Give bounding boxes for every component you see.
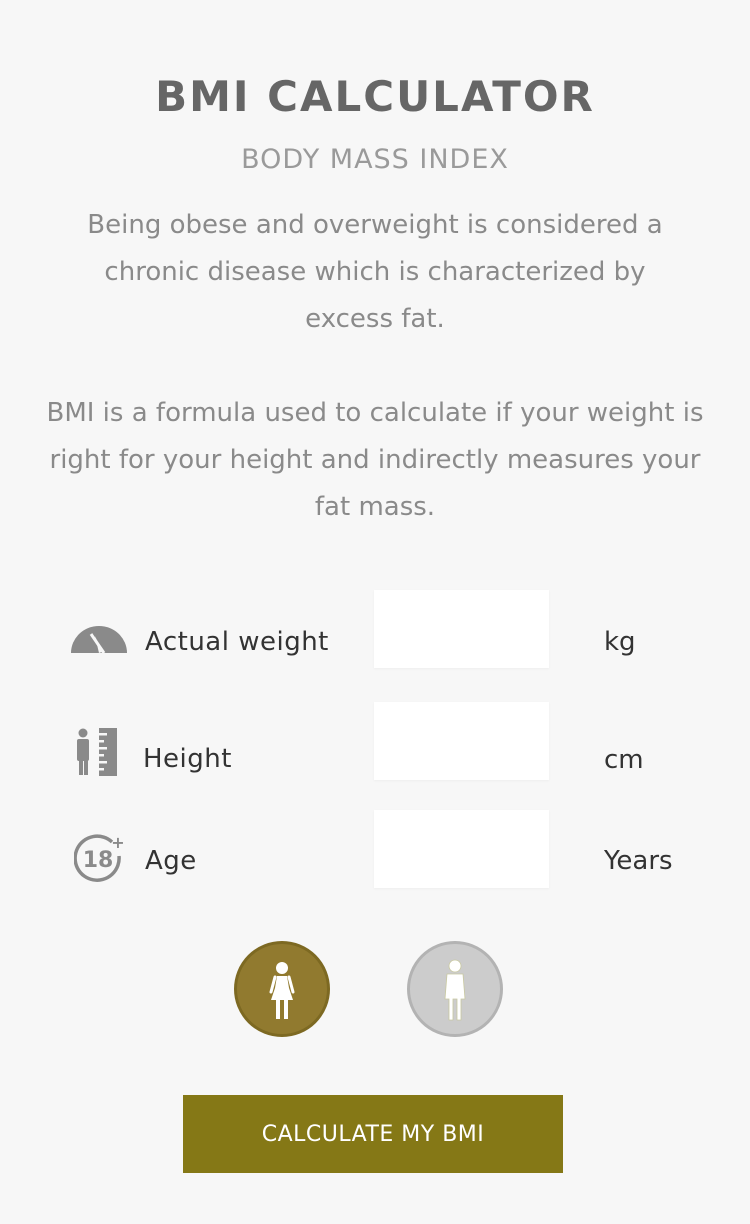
height-unit: cm: [604, 745, 644, 775]
intro-paragraph-obesity: Being obese and overweight is considered…: [87, 210, 663, 334]
page-subtitle: BODY MASS INDEX: [241, 144, 509, 175]
age-unit: Years: [604, 846, 673, 876]
age-18-plus-icon: 18 +: [73, 833, 126, 888]
height-label: Height: [143, 744, 232, 774]
svg-text:+: +: [111, 834, 124, 852]
gender-female-button[interactable]: [234, 941, 330, 1037]
calculate-bmi-button[interactable]: CALCULATE MY BMI: [183, 1095, 563, 1173]
page-title: BMI CALCULATOR: [155, 72, 595, 121]
gender-male-button[interactable]: [407, 941, 503, 1037]
weight-input[interactable]: [374, 590, 549, 668]
svg-text:18: 18: [83, 848, 114, 873]
weight-unit: kg: [604, 627, 636, 657]
height-input[interactable]: [374, 702, 549, 780]
bmi-calculator-page: BMI CALCULATOR BODY MASS INDEX Being obe…: [0, 0, 750, 1224]
weight-label: Actual weight: [145, 627, 329, 657]
height-ruler-icon: [75, 728, 119, 780]
intro-paragraph-bmi: BMI is a formula used to calculate if yo…: [46, 398, 704, 522]
scale-gauge-icon: [71, 626, 127, 658]
age-label: Age: [145, 846, 197, 876]
age-input[interactable]: [374, 810, 549, 888]
